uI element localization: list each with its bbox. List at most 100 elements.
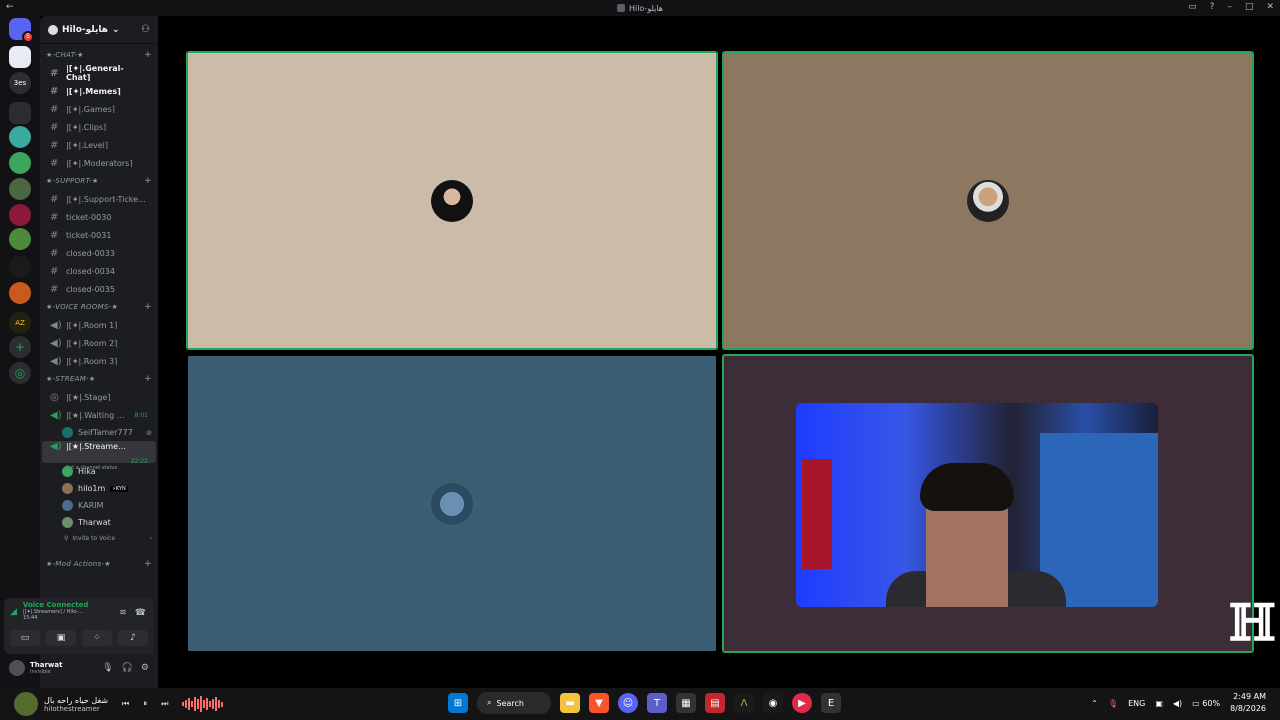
battery-indicator[interactable]: ▭ 60% [1192,699,1220,708]
maximize-button[interactable]: □ [1245,2,1254,12]
noise-suppression-icon[interactable]: ≋ [119,608,127,618]
channel-waiting[interactable]: ◀) |[★|.Waiting ... 8:01 [42,406,156,424]
brave-browser-icon[interactable]: ▼ [589,693,609,713]
add-channel-icon[interactable]: + [144,559,152,569]
previous-track-icon[interactable]: ⏮ [122,699,129,709]
add-channel-icon[interactable]: + [144,374,152,384]
app-icon-red[interactable]: ▤ [705,693,725,713]
avatar[interactable] [9,660,25,676]
server-hilo-icon[interactable] [9,46,31,68]
category-mod[interactable]: ★-Mod Actions-★ + [40,555,158,573]
voice-status[interactable]: Voice Connected [23,601,89,609]
minimize-button[interactable]: – [1227,2,1232,12]
disconnect-icon[interactable]: ☎ [135,608,146,618]
category-mod-label: ★-Mod Actions-★ [46,560,111,568]
channel-support-3[interactable]: # closed-0033 [42,244,156,262]
voice-user[interactable]: KARIM [40,497,158,514]
soundboard-button[interactable]: ♪ [118,630,148,646]
chevron-up-icon[interactable]: ⌃ [1091,699,1098,708]
steam-icon[interactable]: ◉ [763,693,783,713]
language-indicator[interactable]: ENG [1128,699,1145,708]
file-explorer-icon[interactable]: ▬ [560,693,580,713]
category-support[interactable]: ★-SUPPORT-★ + [40,172,158,190]
category-voice[interactable]: ★-VOICE ROOMS-★ + [40,298,158,316]
microphone-icon[interactable]: 🎙 [102,663,113,673]
teams-icon[interactable]: T [647,693,667,713]
inbox-icon[interactable]: ▭ [1188,2,1197,12]
network-icon[interactable]: ▣ [1155,699,1163,708]
folder-icon[interactable] [9,102,31,124]
invite-to-voice[interactable]: ⚲ Invite to Voice › [40,531,158,545]
voice-user[interactable]: Tharwat [40,514,158,531]
server-3es-icon[interactable]: 3es [9,72,31,94]
store-icon[interactable]: ▦ [676,693,696,713]
channel-voice-room-2[interactable]: ◀) |[✦|.Room 3⌉ [42,352,156,370]
add-server-icon[interactable]: + [9,336,31,358]
server-header[interactable]: Hilo-هايلو ⌄ ⚇ [40,16,158,44]
taskbar-search[interactable]: ⌕ Search [477,692,551,714]
help-icon[interactable]: ? [1210,2,1215,12]
add-channel-icon[interactable]: + [144,176,152,186]
channel-support-5[interactable]: # closed-0035 [42,280,156,298]
activities-button[interactable]: ⁘ [82,630,112,646]
discover-icon[interactable]: ◎ [9,362,31,384]
add-member-icon[interactable]: ⚇ [141,24,150,35]
webcam-jersey [802,459,832,569]
discord-icon[interactable]: ☺ [618,693,638,713]
video-tile-camera[interactable] [722,354,1254,653]
add-channel-icon[interactable]: + [144,302,152,312]
video-tile-3[interactable] [186,354,718,653]
server-icon-h[interactable]: AZ [9,312,31,334]
channel-voice-room-0[interactable]: ◀) |[✦|.Room 1⌉ [42,316,156,334]
hash-icon: # [50,139,59,151]
channel-chat-0[interactable]: # |[✦|.General-Chat⌉ [42,64,156,82]
volume-icon[interactable]: ◀) [1173,699,1182,708]
channel-support-1[interactable]: # ticket-0030 [42,208,156,226]
media-player-icon[interactable]: ▶ [792,693,812,713]
channel-chat-3[interactable]: # |[✦|.Clips⌉ [42,118,156,136]
channel-label: |[✦|.Room 3⌉ [66,356,118,366]
server-icon-f[interactable] [9,256,31,278]
category-chat[interactable]: ★-CHAT-★ + [40,46,158,64]
video-tile-1[interactable] [186,51,718,350]
channel-timer: 22:22 [130,458,148,465]
camera-button[interactable]: ▭ [10,630,40,646]
voice-user[interactable]: hilo1m ⚡KYN [40,480,158,497]
gear-icon[interactable]: ⚙ [141,663,149,673]
window-title-text: Hilo-هايلو [628,3,664,13]
app-icon-green[interactable]: Λ [734,693,754,713]
channel-chat-1[interactable]: # |[✦|.Memes⌉ [42,82,156,100]
album-cover[interactable] [14,692,38,716]
pause-icon[interactable]: ⏸ [143,699,147,709]
server-icon-b[interactable] [9,152,31,174]
speaker-icon: ◀) [50,319,62,331]
channel-chat-4[interactable]: # |[✦|.Level⌉ [42,136,156,154]
channel-support-4[interactable]: # closed-0034 [42,262,156,280]
server-icon-c[interactable] [9,178,31,200]
next-track-icon[interactable]: ⏭ [161,699,168,709]
channel-support-2[interactable]: # ticket-0031 [42,226,156,244]
voice-user-seiftamer[interactable]: SeifTamer777 ⊘ [40,424,158,441]
channel-streamers[interactable]: ◀) |[★|.Streame... 22:22 Set a channel s… [42,441,156,471]
channel-chat-5[interactable]: # |[✦|.Moderators⌉ [42,154,156,172]
windows-start-icon[interactable]: ⊞ [448,693,468,713]
channel-chat-2[interactable]: # |[✦|.Games⌉ [42,100,156,118]
video-tile-2[interactable] [722,51,1254,350]
server-icon-g[interactable] [9,282,31,304]
server-icon-d[interactable] [9,204,31,226]
channel-support-0[interactable]: # |[✦|.Support-Ticke... [42,190,156,208]
server-icon-a[interactable] [9,126,31,148]
server-icon-e[interactable] [9,228,31,250]
discord-home-icon[interactable]: 5 [9,18,34,43]
screen-share-button[interactable]: ▣ [46,630,76,646]
channel-stage[interactable]: ◎ |[★|.Stage⌉ [42,388,156,406]
headphones-icon[interactable]: 🎧 [122,663,133,673]
category-stream[interactable]: ★-STREAM-★ + [40,370,158,388]
close-button[interactable]: ✕ [1266,2,1274,12]
back-arrow-icon[interactable]: ← [6,2,14,12]
channel-voice-room-1[interactable]: ◀) |[✦|.Room 2⌉ [42,334,156,352]
microphone-icon[interactable]: 🎙 [1108,699,1118,708]
add-channel-icon[interactable]: + [144,50,152,60]
epic-games-icon[interactable]: E [821,693,841,713]
clock[interactable]: 2:49 AM 8/8/2026 [1230,691,1266,715]
